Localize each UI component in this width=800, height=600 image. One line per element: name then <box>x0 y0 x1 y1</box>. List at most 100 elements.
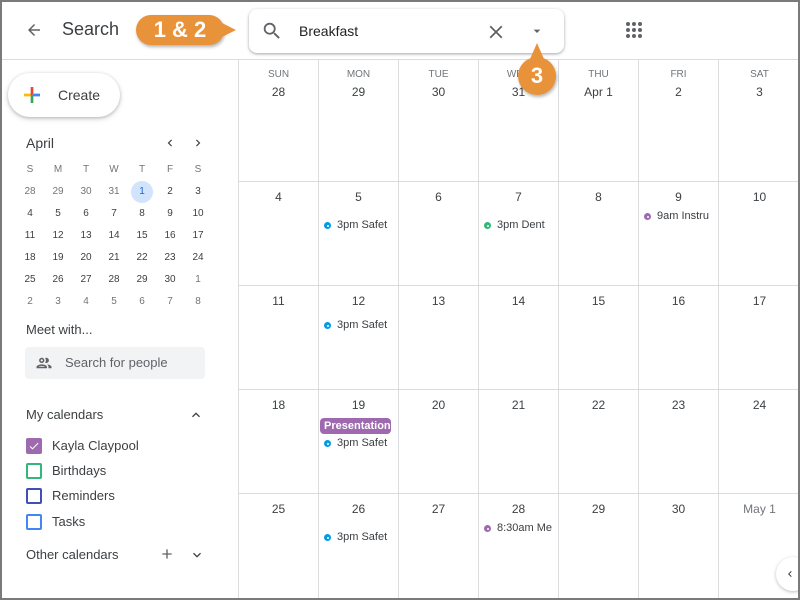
mini-calendar-day[interactable]: 14 <box>100 225 128 247</box>
day-cell[interactable]: 29 <box>559 494 639 600</box>
day-cell[interactable]: 24 <box>719 390 800 494</box>
mini-calendar-day[interactable]: 20 <box>72 247 100 269</box>
day-cell[interactable]: THU Apr 1 <box>559 60 639 182</box>
day-cell[interactable]: 4 <box>239 182 319 286</box>
mini-calendar-day[interactable]: 12 <box>44 225 72 247</box>
mini-calendar-day[interactable]: 13 <box>72 225 100 247</box>
date-number[interactable]: 2 <box>639 85 718 99</box>
date-number[interactable]: 25 <box>239 502 318 516</box>
mini-calendar-day[interactable]: 4 <box>16 203 44 225</box>
day-cell[interactable]: SUN 28 <box>239 60 319 182</box>
date-number[interactable]: 11 <box>239 294 318 308</box>
day-cell[interactable]: 23 <box>639 390 719 494</box>
day-cell[interactable]: 27 <box>399 494 479 600</box>
day-cell[interactable]: 8 <box>559 182 639 286</box>
date-number[interactable]: May 1 <box>719 502 800 516</box>
day-cell[interactable]: 5 3pm Safet <box>319 182 399 286</box>
other-calendars-heading[interactable]: Other calendars <box>26 547 119 562</box>
date-number[interactable]: 16 <box>639 294 718 308</box>
clear-search-icon[interactable] <box>485 21 507 43</box>
mini-calendar-day[interactable]: 28 <box>16 181 44 203</box>
calendar-checkbox[interactable] <box>26 438 42 454</box>
mini-calendar-day[interactable]: 22 <box>128 247 156 269</box>
date-number[interactable]: 30 <box>639 502 718 516</box>
event-item[interactable]: 9am Instru <box>643 209 715 225</box>
mini-calendar-day[interactable]: 7 <box>100 203 128 225</box>
day-cell[interactable]: TUE 30 <box>399 60 479 182</box>
mini-calendar-next-button[interactable] <box>188 133 208 153</box>
mini-calendar-day[interactable]: 5 <box>44 203 72 225</box>
date-number[interactable]: 29 <box>559 502 638 516</box>
date-number[interactable]: 24 <box>719 398 800 412</box>
calendar-item[interactable]: Kayla Claypool <box>26 436 206 456</box>
event-item[interactable]: 3pm Dent <box>483 218 555 234</box>
calendar-checkbox[interactable] <box>26 488 42 504</box>
mini-calendar-day[interactable]: 28 <box>100 269 128 291</box>
day-cell[interactable]: 14 <box>479 286 559 390</box>
date-number[interactable]: 3 <box>719 85 800 99</box>
mini-calendar-day[interactable]: 3 <box>44 291 72 313</box>
back-button[interactable] <box>20 16 48 44</box>
date-number[interactable]: 10 <box>719 190 800 204</box>
date-number[interactable]: 23 <box>639 398 718 412</box>
search-people-input[interactable]: Search for people <box>25 347 205 379</box>
day-cell[interactable]: 17 <box>719 286 800 390</box>
date-number[interactable]: 26 <box>319 502 398 516</box>
mini-calendar-prev-button[interactable] <box>160 133 180 153</box>
date-number[interactable]: 28 <box>479 502 558 516</box>
mini-calendar-day[interactable]: 16 <box>156 225 184 247</box>
calendar-checkbox[interactable] <box>26 514 42 530</box>
mini-calendar-day[interactable]: 1 <box>184 269 212 291</box>
date-number[interactable]: 22 <box>559 398 638 412</box>
day-cell[interactable]: 25 <box>239 494 319 600</box>
event-item[interactable]: 8:30am Me <box>483 521 555 537</box>
date-number[interactable]: 18 <box>239 398 318 412</box>
date-number[interactable]: 13 <box>399 294 478 308</box>
my-calendars-heading[interactable]: My calendars <box>26 407 103 422</box>
mini-calendar-day[interactable]: 4 <box>72 291 100 313</box>
day-cell[interactable]: 11 <box>239 286 319 390</box>
mini-calendar-day[interactable]: 1 <box>128 181 156 203</box>
mini-calendar-day[interactable]: 30 <box>72 181 100 203</box>
mini-calendar-day[interactable]: 29 <box>44 181 72 203</box>
day-cell[interactable]: 20 <box>399 390 479 494</box>
date-number[interactable]: 27 <box>399 502 478 516</box>
mini-calendar-day[interactable]: 6 <box>128 291 156 313</box>
date-number[interactable]: 9 <box>639 190 718 204</box>
mini-calendar-day[interactable]: 17 <box>184 225 212 247</box>
event-item[interactable]: 3pm Safet <box>323 530 395 546</box>
mini-calendar-day[interactable]: 2 <box>156 181 184 203</box>
mini-calendar-day[interactable]: 18 <box>16 247 44 269</box>
date-number[interactable]: 14 <box>479 294 558 308</box>
mini-calendar-day[interactable]: 26 <box>44 269 72 291</box>
day-cell[interactable]: 19 Presentation 3pm Safet <box>319 390 399 494</box>
mini-calendar-day[interactable]: 29 <box>128 269 156 291</box>
date-number[interactable]: 30 <box>399 85 478 99</box>
event-item[interactable]: 3pm Safet <box>323 218 395 234</box>
event-item[interactable]: 3pm Safet <box>323 318 395 334</box>
create-button[interactable]: Create <box>8 73 120 117</box>
mini-calendar-day[interactable]: 9 <box>156 203 184 225</box>
date-number[interactable]: 19 <box>319 398 398 412</box>
calendar-item[interactable]: Tasks <box>26 512 206 532</box>
search-options-dropdown-icon[interactable] <box>529 23 545 39</box>
day-cell[interactable]: 10 <box>719 182 800 286</box>
plus-icon[interactable] <box>159 546 175 562</box>
day-cell[interactable]: 21 <box>479 390 559 494</box>
mini-calendar-day[interactable]: 10 <box>184 203 212 225</box>
day-cell[interactable]: 28 8:30am Me <box>479 494 559 600</box>
day-cell[interactable]: 9 9am Instru <box>639 182 719 286</box>
chevron-up-icon[interactable] <box>188 407 204 423</box>
date-number[interactable]: 5 <box>319 190 398 204</box>
mini-calendar-day[interactable]: 11 <box>16 225 44 247</box>
date-number[interactable]: 28 <box>239 85 318 99</box>
day-cell[interactable]: 13 <box>399 286 479 390</box>
day-cell[interactable]: 6 <box>399 182 479 286</box>
calendar-item[interactable]: Birthdays <box>26 461 206 481</box>
calendar-item[interactable]: Reminders <box>26 486 206 506</box>
mini-calendar-day[interactable]: 6 <box>72 203 100 225</box>
day-cell[interactable]: 30 <box>639 494 719 600</box>
date-number[interactable]: Apr 1 <box>559 85 638 99</box>
apps-grid-icon[interactable] <box>622 18 646 42</box>
mini-calendar-day[interactable]: 5 <box>100 291 128 313</box>
